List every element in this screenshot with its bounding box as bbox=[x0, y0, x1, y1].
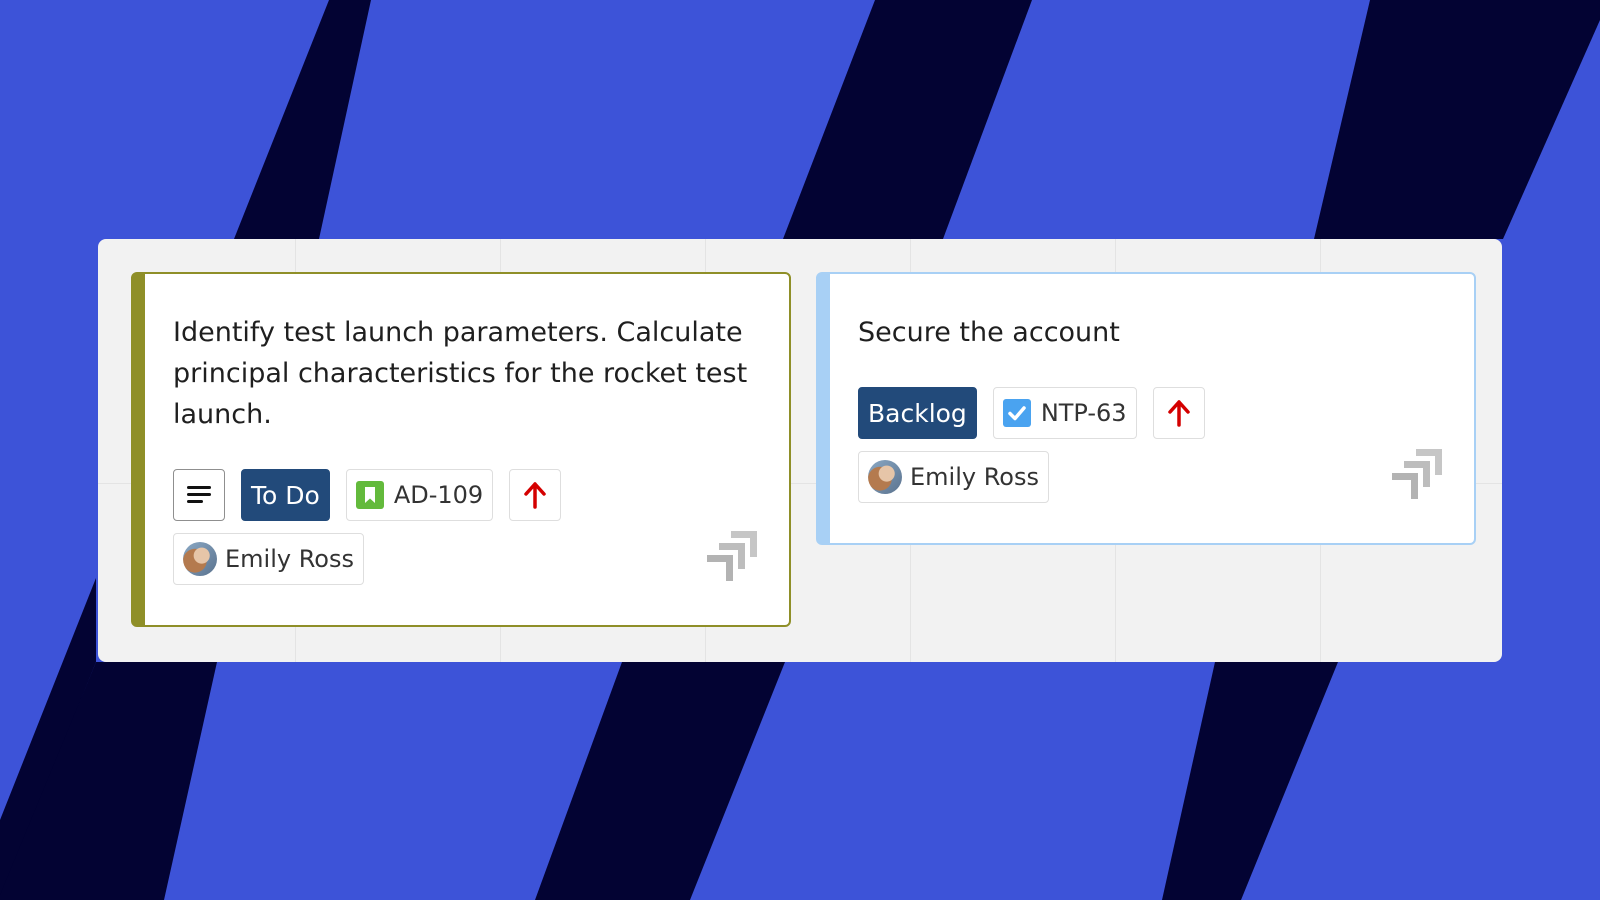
issue-key-chip[interactable]: AD-109 bbox=[345, 469, 494, 521]
issue-key: NTP-63 bbox=[1040, 399, 1127, 427]
status-badge[interactable]: Backlog bbox=[858, 387, 977, 439]
assignee-row: Emily Ross bbox=[173, 533, 364, 585]
issue-card[interactable]: Secure the account Backlog NTP-63 Emily … bbox=[816, 272, 1476, 545]
arrow-up-icon bbox=[524, 482, 546, 509]
status-badge[interactable]: To Do bbox=[241, 469, 330, 521]
card-chip-row: To Do AD-109 bbox=[173, 469, 562, 521]
card-title: Identify test launch parameters. Calcula… bbox=[173, 317, 748, 430]
jira-logo-icon bbox=[1392, 449, 1442, 499]
priority-chip[interactable] bbox=[509, 469, 562, 521]
bookmark-icon bbox=[355, 481, 384, 509]
assignee-name: Emily Ross bbox=[910, 463, 1039, 491]
issue-card[interactable]: Identify test launch parameters. Calcula… bbox=[131, 272, 791, 627]
issue-key-chip[interactable]: NTP-63 bbox=[992, 387, 1137, 439]
checkbox-icon bbox=[1002, 399, 1031, 427]
assignee-chip[interactable]: Emily Ross bbox=[858, 451, 1049, 503]
avatar bbox=[868, 460, 902, 494]
card-chip-row: Backlog NTP-63 bbox=[858, 387, 1205, 439]
hamburger-icon bbox=[187, 486, 211, 503]
arrow-up-icon bbox=[1167, 400, 1190, 427]
avatar bbox=[183, 542, 217, 576]
card-title: Secure the account bbox=[858, 317, 1120, 348]
description-menu-button[interactable] bbox=[173, 469, 225, 521]
jira-logo-icon bbox=[707, 531, 757, 581]
assignee-row: Emily Ross bbox=[858, 451, 1049, 503]
assignee-name: Emily Ross bbox=[225, 545, 354, 573]
issue-key: AD-109 bbox=[393, 481, 484, 509]
priority-chip[interactable] bbox=[1152, 387, 1205, 439]
assignee-chip[interactable]: Emily Ross bbox=[173, 533, 364, 585]
